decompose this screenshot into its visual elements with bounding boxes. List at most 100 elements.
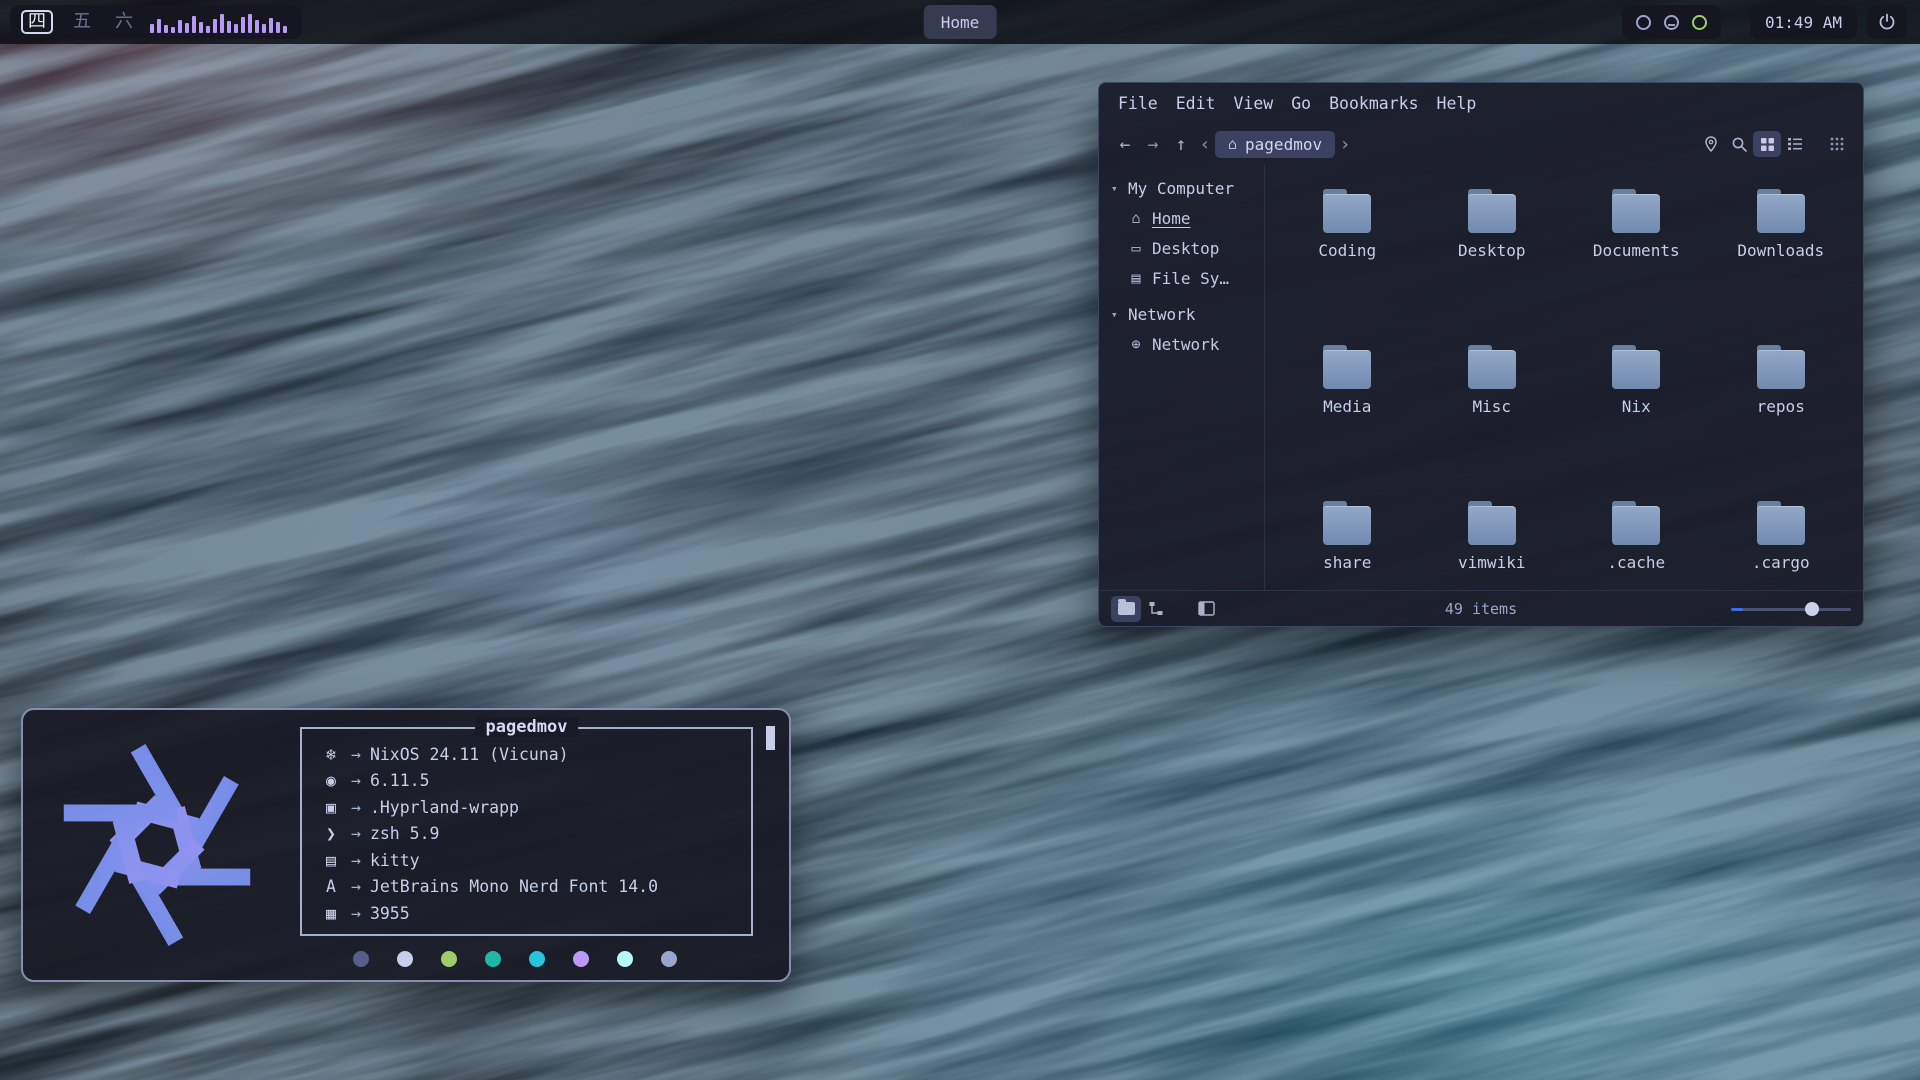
- palette-dot: [353, 951, 369, 967]
- nix-icon: ❄: [320, 745, 342, 764]
- menu-bookmarks[interactable]: Bookmarks: [1320, 90, 1427, 117]
- folder-item-nix[interactable]: Nix: [1564, 335, 1709, 491]
- fastfetch-rows: ❄ → NixOS 24.11 (Vicuna) ◉ → 6.11.5 ▣ → …: [302, 729, 751, 927]
- forward-button[interactable]: →: [1139, 134, 1167, 155]
- clock[interactable]: 01:49 AM: [1750, 5, 1857, 39]
- visualizer-bar: [248, 14, 252, 33]
- arrow-icon: →: [351, 745, 361, 764]
- folder-label: Desktop: [1458, 241, 1525, 260]
- side-pane-toggle[interactable]: [1191, 596, 1221, 622]
- idle-inhibitor-icon[interactable]: [1636, 15, 1651, 30]
- night-light-icon[interactable]: [1664, 15, 1679, 30]
- window-manager-icon: ▣: [320, 798, 342, 817]
- sidebar-item-filesystem[interactable]: ▤ File Sy…: [1111, 263, 1264, 293]
- zoom-slider[interactable]: [1731, 599, 1851, 619]
- folder-item-documents[interactable]: Documents: [1564, 179, 1709, 335]
- sidebar-item-desktop[interactable]: ▭ Desktop: [1111, 233, 1264, 263]
- workspace-button-4[interactable]: 四: [21, 10, 53, 34]
- shell-value: zsh 5.9: [370, 824, 440, 843]
- folder-icon: [1754, 189, 1808, 233]
- folder-item-misc[interactable]: Misc: [1420, 335, 1565, 491]
- menu-go[interactable]: Go: [1282, 90, 1320, 117]
- visualizer-bar: [269, 18, 273, 33]
- back-button[interactable]: ←: [1111, 134, 1139, 155]
- sidebar-section-label: Network: [1128, 305, 1195, 324]
- visualizer-bar: [171, 27, 175, 33]
- power-button[interactable]: [1867, 5, 1907, 39]
- palette-dot: [617, 951, 633, 967]
- tree-view-toggle[interactable]: [1141, 596, 1171, 622]
- workspace-button-6[interactable]: 六: [111, 11, 137, 33]
- menu-file[interactable]: File: [1109, 90, 1167, 117]
- arrow-icon: →: [351, 771, 361, 790]
- file-manager-window: File Edit View Go Bookmarks Help ← → ↑ ‹…: [1098, 82, 1864, 627]
- folder-item-coding[interactable]: Coding: [1275, 179, 1420, 335]
- workspace-button-5[interactable]: 五: [69, 11, 95, 33]
- folder-item-media[interactable]: Media: [1275, 335, 1420, 491]
- thumbnail-grid-button[interactable]: [1823, 131, 1851, 157]
- font-row: A → JetBrains Mono Nerd Font 14.0: [320, 874, 751, 901]
- network-icon: ⊕: [1128, 335, 1144, 353]
- icon-view-button[interactable]: [1753, 131, 1781, 157]
- terminal-value: kitty: [370, 851, 420, 870]
- folder-item-cargo[interactable]: .cargo: [1709, 491, 1854, 590]
- kernel-row: ◉ → 6.11.5: [320, 768, 751, 795]
- folder-icon: [1465, 345, 1519, 389]
- filesystem-icon: ▤: [1128, 269, 1144, 287]
- breadcrumb-current[interactable]: ⌂ pagedmov: [1215, 131, 1335, 158]
- file-manager-statusbar: 49 items: [1099, 590, 1863, 626]
- zoom-slider-thumb[interactable]: [1805, 602, 1819, 616]
- arrow-icon: →: [351, 877, 361, 896]
- breadcrumb-prev-icon[interactable]: ‹: [1195, 134, 1215, 155]
- palette-dot: [485, 951, 501, 967]
- list-view-button[interactable]: [1781, 131, 1809, 157]
- visualizer-bar: [262, 24, 266, 33]
- folder-item-repos[interactable]: repos: [1709, 335, 1854, 491]
- item-count: 49 items: [1445, 600, 1517, 618]
- zoom-slider-track[interactable]: [1731, 608, 1851, 611]
- color-status-icon[interactable]: [1692, 15, 1707, 30]
- menu-help[interactable]: Help: [1428, 90, 1486, 117]
- sidebar-item-home[interactable]: ⌂ Home: [1111, 203, 1264, 233]
- location-pin-button[interactable]: [1697, 131, 1725, 157]
- collapse-caret-icon: ▾: [1111, 308, 1121, 321]
- thumbnail-grid-icon: [1829, 136, 1845, 152]
- places-panel-toggle[interactable]: [1111, 596, 1141, 622]
- icon-view-icon: [1759, 136, 1776, 153]
- visualizer-bar: [276, 22, 280, 33]
- sidebar-section-network[interactable]: ▾ Network: [1111, 299, 1264, 329]
- arrow-icon: →: [351, 904, 361, 923]
- folder-label: vimwiki: [1458, 553, 1525, 572]
- nixos-logo: [39, 727, 275, 963]
- menu-view[interactable]: View: [1225, 90, 1283, 117]
- search-button[interactable]: [1725, 131, 1753, 157]
- os-row: ❄ → NixOS 24.11 (Vicuna): [320, 741, 751, 768]
- folder-grid: Coding Desktop Documents Downloads Media…: [1265, 165, 1863, 590]
- sidebar-section-label: My Computer: [1128, 179, 1234, 198]
- folder-label: Misc: [1472, 397, 1511, 416]
- location-pin-icon: [1702, 135, 1720, 153]
- sidebar-item-network[interactable]: ⊕ Network: [1111, 329, 1264, 359]
- folder-item-desktop[interactable]: Desktop: [1420, 179, 1565, 335]
- packages-value: 3955: [370, 904, 410, 923]
- folder-icon: [1320, 189, 1374, 233]
- folder-item-cache[interactable]: .cache: [1564, 491, 1709, 590]
- sidebar-section-my-computer[interactable]: ▾ My Computer: [1111, 173, 1264, 203]
- breadcrumb-next-icon[interactable]: ›: [1335, 134, 1355, 155]
- folder-item-share[interactable]: share: [1275, 491, 1420, 590]
- folder-label: Downloads: [1737, 241, 1824, 260]
- folder-item-vimwiki[interactable]: vimwiki: [1420, 491, 1565, 590]
- up-button[interactable]: ↑: [1167, 134, 1195, 155]
- menu-edit[interactable]: Edit: [1167, 90, 1225, 117]
- palette-dot: [529, 951, 545, 967]
- places-sidebar: ▾ My Computer ⌂ Home ▭ Desktop ▤ File Sy…: [1099, 165, 1265, 590]
- visualizer-bar: [206, 26, 210, 33]
- folder-icon: [1609, 501, 1663, 545]
- folder-label: Media: [1323, 397, 1371, 416]
- sidebar-item-label: Network: [1152, 335, 1219, 354]
- folder-item-downloads[interactable]: Downloads: [1709, 179, 1854, 335]
- visualizer-bar: [283, 26, 287, 33]
- sidebar-item-label: Desktop: [1152, 239, 1219, 258]
- wm-value: .Hyprland-wrapp: [370, 798, 519, 817]
- terminal-window: pagedmov ❄ → NixOS 24.11 (Vicuna) ◉ → 6.…: [21, 708, 791, 982]
